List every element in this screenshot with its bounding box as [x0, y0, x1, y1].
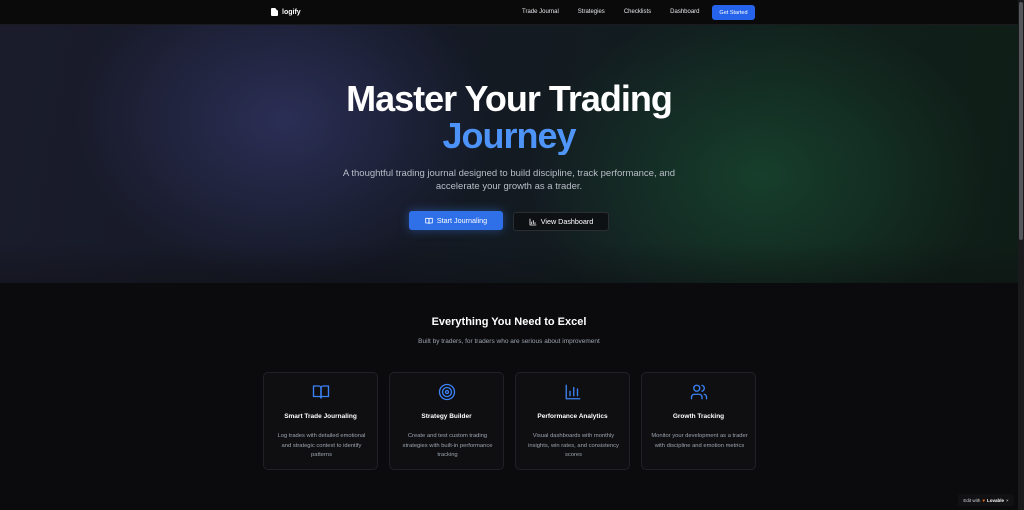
scrollbar-thumb[interactable] — [1019, 2, 1023, 240]
feature-card-desc: Log trades with detailed emotional and s… — [277, 433, 366, 458]
nav-links: Trade Journal Strategies Checklists Dash… — [520, 9, 700, 15]
badge-close-icon[interactable]: × — [1006, 498, 1009, 503]
feature-card-growth: Growth Tracking Monitor your development… — [641, 372, 756, 470]
landing-page: logify Trade Journal Strategies Checklis… — [0, 0, 1018, 510]
badge-brand: Lovable — [987, 497, 1005, 503]
heart-icon: ♥ — [982, 497, 986, 503]
hero-subtitle-line-1: A thoughtful trading journal designed to… — [342, 168, 676, 179]
hero-subtitle-line-2: accelerate your growth as a trader. — [435, 181, 583, 192]
feature-card-title: Growth Tracking — [672, 413, 725, 420]
feature-card-journaling: Smart Trade Journaling Log trades with d… — [263, 372, 378, 470]
feature-card-analytics: Performance Analytics Visual dashboards … — [515, 372, 630, 470]
features-subtitle: Built by traders, for traders who are se… — [418, 338, 600, 345]
get-started-button[interactable]: Get Started — [712, 5, 755, 20]
book-open-icon — [312, 385, 330, 399]
view-dashboard-button[interactable]: View Dashboard — [513, 212, 609, 231]
nav-link-checklists[interactable]: Checklists — [624, 9, 651, 15]
view-dashboard-label: View Dashboard — [540, 217, 594, 226]
hero-fade — [0, 243, 1018, 283]
nav-link-dashboard[interactable]: Dashboard — [670, 9, 699, 15]
top-navbar: logify Trade Journal Strategies Checklis… — [0, 0, 1018, 25]
badge-prefix: Edit with — [963, 497, 981, 503]
hero-title-highlight: Journey — [0, 117, 1018, 155]
feature-card-strategy: Strategy Builder Create and test custom … — [389, 372, 504, 470]
chart-icon — [529, 218, 537, 225]
features-title: Everything You Need to Excel — [431, 316, 587, 328]
users-icon — [690, 384, 708, 400]
hero-section: Master Your Trading Journey A thoughtful… — [0, 25, 1018, 283]
feature-card-title: Smart Trade Journaling — [284, 413, 357, 420]
nav-link-trade-journal[interactable]: Trade Journal — [522, 9, 559, 15]
edit-with-lovable-badge[interactable]: Edit with ♥ Lovable × — [958, 494, 1014, 506]
feature-card-title: Strategy Builder — [421, 413, 472, 420]
feature-card-title: Performance Analytics — [537, 413, 608, 420]
target-icon — [438, 383, 456, 401]
logo-icon — [271, 8, 278, 16]
feature-card-desc: Monitor your development as a trader wit… — [651, 433, 748, 449]
start-journaling-button[interactable]: Start Journaling — [409, 211, 503, 230]
start-journaling-label: Start Journaling — [436, 216, 488, 225]
hero-title: Master Your Trading — [346, 78, 673, 119]
scrollbar[interactable] — [1018, 0, 1024, 510]
feature-card-desc: Visual dashboards with monthly insights,… — [528, 433, 619, 458]
hero-subtitle: A thoughtful trading journal designed to… — [0, 167, 1018, 193]
logo-text: logify — [282, 8, 301, 16]
nav-link-strategies[interactable]: Strategies — [578, 9, 605, 15]
feature-card-desc: Create and test custom trading strategie… — [402, 433, 493, 458]
book-icon — [425, 217, 433, 224]
bar-chart-icon — [565, 384, 581, 400]
logo[interactable]: logify — [271, 8, 301, 16]
